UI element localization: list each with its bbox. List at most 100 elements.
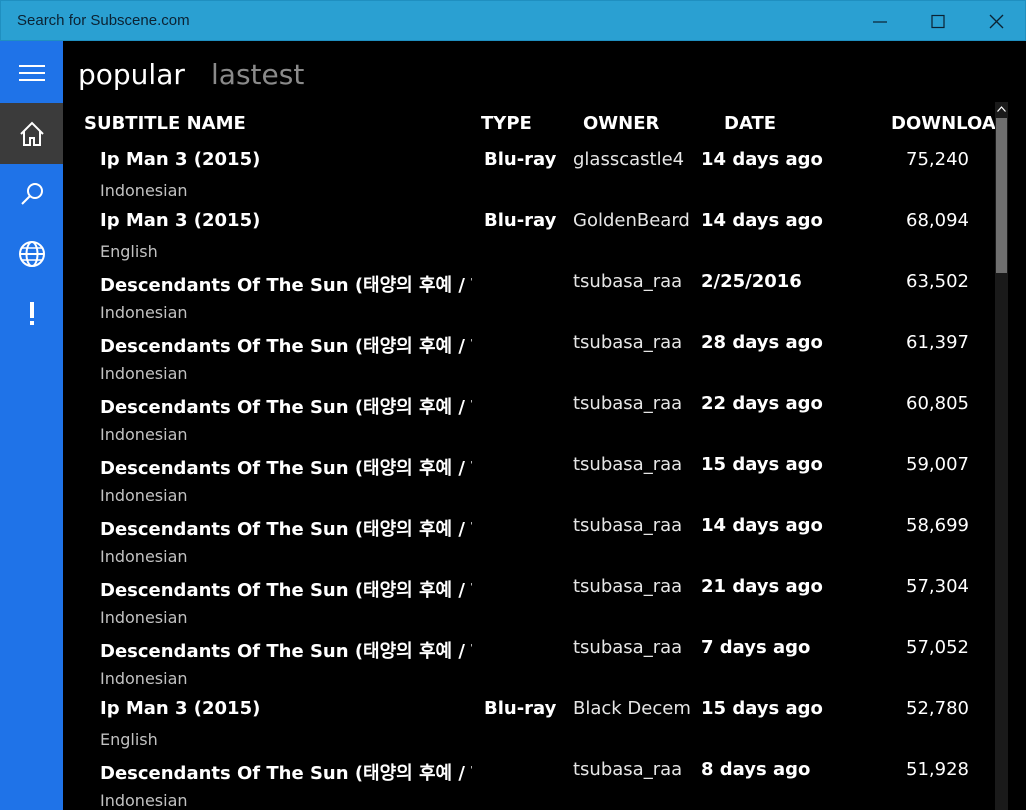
subtitle-language: Indonesian	[100, 181, 188, 200]
table-row[interactable]: Descendants Of The Sun (태양의 후예 / Tae Ind…	[63, 507, 995, 568]
exclamation-icon	[30, 302, 34, 325]
subtitle-date: 22 days ago	[701, 393, 823, 414]
subtitle-language: Indonesian	[100, 486, 188, 505]
table-row[interactable]: Descendants Of The Sun (태양의 후예 / Tae Ind…	[63, 446, 995, 507]
subtitle-owner: tsubasa_raa	[573, 332, 683, 353]
subtitle-name: Descendants Of The Sun (태양의 후예 / Tae	[100, 641, 472, 662]
column-header-subtitle-name[interactable]: SUBTITLE NAME	[84, 113, 246, 134]
home-icon	[20, 121, 44, 146]
maximize-icon	[931, 14, 945, 29]
subtitle-type: Blu-ray	[484, 698, 557, 719]
subtitle-name: Descendants Of The Sun (태양의 후예 / Tae	[100, 580, 472, 601]
table-row[interactable]: Ip Man 3 (2015) English Blu-ray GoldenBe…	[63, 202, 995, 263]
sidebar-item-search[interactable]	[0, 163, 63, 224]
hamburger-menu-button[interactable]	[0, 43, 63, 104]
subtitle-owner: tsubasa_raa	[573, 576, 683, 597]
subtitle-owner: tsubasa_raa	[573, 515, 683, 536]
table-row[interactable]: Descendants Of The Sun (태양의 후예 / Tae Ind…	[63, 568, 995, 629]
subtitle-type: Blu-ray	[484, 149, 557, 170]
sidebar-item-home[interactable]	[0, 103, 63, 164]
subtitle-downloads: 75,240	[906, 149, 969, 170]
scroll-up-button[interactable]	[995, 102, 1008, 116]
minimize-icon	[873, 21, 887, 23]
subtitle-language: Indonesian	[100, 425, 188, 444]
subtitle-downloads: 61,397	[906, 332, 969, 353]
subtitle-name: Descendants Of The Sun (태양의 후예 / Tae	[100, 763, 472, 784]
subtitle-language: Indonesian	[100, 791, 188, 810]
close-button[interactable]	[967, 1, 1025, 42]
title-bar: Search for Subscene.com	[0, 0, 1026, 41]
subtitle-language: Indonesian	[100, 364, 188, 383]
table-row[interactable]: Ip Man 3 (2015) English Blu-ray Black De…	[63, 690, 995, 751]
subtitle-date: 14 days ago	[701, 149, 823, 170]
search-icon	[21, 183, 43, 205]
minimize-button[interactable]	[851, 1, 909, 42]
subtitle-owner: Black December	[573, 698, 690, 719]
subtitle-owner: GoldenBeard	[573, 210, 690, 231]
subtitle-language: Indonesian	[100, 303, 188, 322]
table-row[interactable]: Descendants Of The Sun (태양의 후예 / Tae Ind…	[63, 751, 995, 810]
subtitle-date: 8 days ago	[701, 759, 811, 780]
subtitle-type: Blu-ray	[484, 210, 557, 231]
subtitle-downloads: 57,052	[906, 637, 969, 658]
subtitle-name: Ip Man 3 (2015)	[100, 149, 261, 170]
window-title: Search for Subscene.com	[17, 12, 190, 29]
column-header-download[interactable]: DOWNLOAD	[891, 113, 997, 134]
subtitle-downloads: 51,928	[906, 759, 969, 780]
subtitle-owner: tsubasa_raa	[573, 393, 683, 414]
subtitle-name: Descendants Of The Sun (태양의 후예 / Tae	[100, 458, 472, 479]
subtitle-date: 15 days ago	[701, 698, 823, 719]
subtitle-downloads: 58,699	[906, 515, 969, 536]
subtitle-downloads: 59,007	[906, 454, 969, 475]
close-icon	[989, 14, 1004, 29]
subtitle-date: 7 days ago	[701, 637, 811, 658]
tab-popular[interactable]: popular	[78, 58, 185, 91]
subtitle-date: 21 days ago	[701, 576, 823, 597]
subtitle-date: 14 days ago	[701, 515, 823, 536]
hamburger-menu-icon	[19, 65, 45, 81]
subtitle-name: Descendants Of The Sun (태양의 후예 / Tae	[100, 336, 472, 357]
vertical-scrollbar[interactable]	[995, 102, 1008, 810]
subtitle-owner: glasscastle4	[573, 149, 685, 170]
subtitle-language: English	[100, 242, 158, 261]
subtitle-date: 15 days ago	[701, 454, 823, 475]
subtitle-language: Indonesian	[100, 547, 188, 566]
subtitle-name: Descendants Of The Sun (태양의 후예 / Tae	[100, 275, 472, 296]
column-header-date[interactable]: DATE	[724, 113, 776, 134]
subtitle-date: 14 days ago	[701, 210, 823, 231]
maximize-button[interactable]	[909, 1, 967, 42]
subtitle-date: 2/25/2016	[701, 271, 802, 292]
sidebar	[0, 41, 63, 810]
table-row[interactable]: Descendants Of The Sun (태양의 후예 / Tae Ind…	[63, 324, 995, 385]
subtitle-name: Ip Man 3 (2015)	[100, 210, 261, 231]
tab-lastest[interactable]: lastest	[211, 58, 304, 91]
subtitle-owner: tsubasa_raa	[573, 271, 683, 292]
column-header-type[interactable]: TYPE	[481, 113, 532, 134]
chevron-up-icon	[997, 106, 1006, 112]
subtitle-language: Indonesian	[100, 669, 188, 688]
subtitle-owner: tsubasa_raa	[573, 454, 683, 475]
subtitle-downloads: 60,805	[906, 393, 969, 414]
sidebar-item-about[interactable]	[0, 283, 63, 344]
subtitle-name: Descendants Of The Sun (태양의 후예 / Tae	[100, 397, 472, 418]
subtitle-list: Ip Man 3 (2015) Indonesian Blu-ray glass…	[63, 141, 995, 810]
main-content: popular lastest SUBTITLE NAME TYPE OWNER…	[63, 41, 1026, 810]
subtitle-downloads: 52,780	[906, 698, 969, 719]
subtitle-date: 28 days ago	[701, 332, 823, 353]
subtitle-name: Ip Man 3 (2015)	[100, 698, 261, 719]
subtitle-owner: tsubasa_raa	[573, 637, 683, 658]
subtitle-language: Indonesian	[100, 608, 188, 627]
subtitle-downloads: 68,094	[906, 210, 969, 231]
table-row[interactable]: Descendants Of The Sun (태양의 후예 / Tae Ind…	[63, 629, 995, 690]
table-row[interactable]: Ip Man 3 (2015) Indonesian Blu-ray glass…	[63, 141, 995, 202]
column-header-owner[interactable]: OWNER	[583, 113, 659, 134]
sidebar-item-language[interactable]	[0, 223, 63, 284]
subtitle-downloads: 57,304	[906, 576, 969, 597]
subtitle-name: Descendants Of The Sun (태양의 후예 / Tae	[100, 519, 472, 540]
table-row[interactable]: Descendants Of The Sun (태양의 후예 / Tae Ind…	[63, 385, 995, 446]
subtitle-language: English	[100, 730, 158, 749]
scrollbar-thumb[interactable]	[996, 118, 1007, 273]
subtitle-owner: tsubasa_raa	[573, 759, 683, 780]
table-row[interactable]: Descendants Of The Sun (태양의 후예 / Tae Ind…	[63, 263, 995, 324]
globe-icon	[19, 241, 45, 267]
